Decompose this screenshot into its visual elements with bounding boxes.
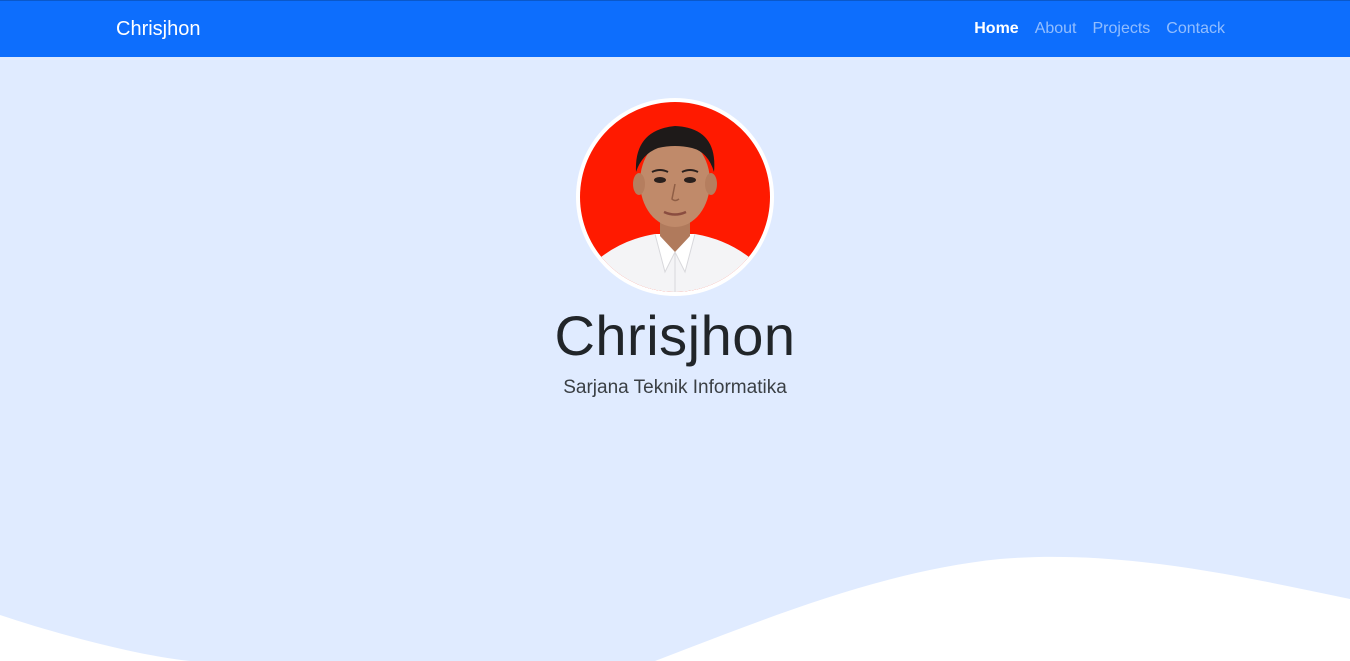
nav-link-home[interactable]: Home <box>974 20 1018 38</box>
nav-link-about[interactable]: About <box>1035 20 1077 38</box>
profile-photo <box>576 98 774 296</box>
nav-links: Home About Projects Contack <box>974 20 1225 38</box>
nav-link-contact[interactable]: Contack <box>1166 20 1225 38</box>
profile-photo-image <box>580 102 770 292</box>
hero-name: Chrisjhon <box>554 304 796 367</box>
hero-section: Chrisjhon Sarjana Teknik Informatika <box>0 57 1350 661</box>
navbar: Chrisjhon Home About Projects Contack <box>0 0 1350 57</box>
hero-subtitle: Sarjana Teknik Informatika <box>563 377 787 398</box>
navbar-brand[interactable]: Chrisjhon <box>116 18 200 41</box>
wave-divider <box>0 556 1350 661</box>
nav-link-projects[interactable]: Projects <box>1093 20 1151 38</box>
